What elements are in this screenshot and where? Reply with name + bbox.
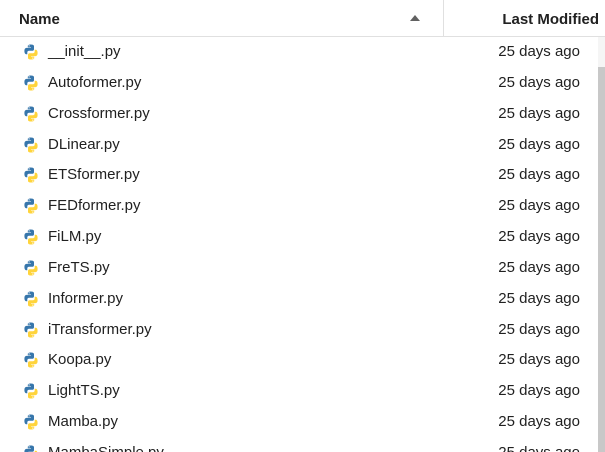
python-file-icon: [23, 44, 39, 60]
file-name: MambaSimple.py: [48, 444, 164, 452]
python-logo-icon: [24, 44, 38, 60]
file-row[interactable]: LightTS.py 25 days ago: [0, 376, 598, 407]
python-logo-icon: [24, 291, 38, 307]
last-modified-column-label: Last Modified: [502, 11, 599, 28]
file-last-modified: 25 days ago: [498, 413, 580, 431]
file-last-modified: 25 days ago: [498, 43, 580, 60]
file-last-modified: 25 days ago: [498, 258, 580, 276]
last-modified-column-header[interactable]: Last Modified: [444, 0, 605, 36]
python-file-icon: [23, 137, 39, 153]
file-row[interactable]: Informer.py 25 days ago: [0, 284, 598, 315]
python-file-icon: [23, 260, 39, 276]
file-name: FiLM.py: [48, 228, 102, 246]
file-last-modified: 25 days ago: [498, 166, 580, 184]
name-column-label: Name: [19, 11, 60, 28]
file-row[interactable]: FiLM.py 25 days ago: [0, 222, 598, 253]
python-file-icon: [23, 383, 39, 399]
python-file-icon: [23, 322, 39, 338]
python-logo-icon: [24, 383, 38, 399]
python-logo-icon: [24, 75, 38, 91]
file-name: Informer.py: [48, 289, 124, 307]
file-last-modified: 25 days ago: [498, 104, 580, 122]
file-last-modified: 25 days ago: [498, 289, 580, 307]
python-logo-icon: [24, 260, 38, 276]
python-file-icon: [23, 167, 39, 183]
file-row[interactable]: FreTS.py 25 days ago: [0, 253, 598, 284]
file-row[interactable]: DLinear.py 25 days ago: [0, 130, 598, 161]
file-last-modified: 25 days ago: [498, 197, 580, 215]
python-logo-icon: [24, 167, 38, 183]
python-logo-icon: [24, 445, 38, 452]
name-column-header[interactable]: Name: [0, 0, 444, 36]
file-last-modified: 25 days ago: [498, 444, 580, 452]
python-file-icon: [23, 198, 39, 214]
file-last-modified: 25 days ago: [498, 73, 580, 91]
file-name: __init__.py: [48, 43, 121, 60]
python-logo-icon: [24, 198, 38, 214]
python-file-icon: [23, 414, 39, 430]
file-list: __init__.py 25 days ago Autoformer.py 25 da…: [0, 37, 598, 452]
file-row[interactable]: Mamba.py 25 days ago: [0, 407, 598, 438]
file-name: FreTS.py: [48, 258, 110, 276]
python-file-icon: [23, 106, 39, 122]
file-row[interactable]: iTransformer.py 25 days ago: [0, 315, 598, 346]
python-file-icon: [23, 229, 39, 245]
python-logo-icon: [24, 322, 38, 338]
file-row[interactable]: Koopa.py 25 days ago: [0, 345, 598, 376]
file-name: DLinear.py: [48, 135, 120, 153]
scrollbar-thumb[interactable]: [598, 67, 605, 452]
python-logo-icon: [24, 414, 38, 430]
file-last-modified: 25 days ago: [498, 320, 580, 338]
file-name: FEDformer.py: [48, 197, 141, 215]
file-last-modified: 25 days ago: [498, 228, 580, 246]
python-file-icon: [23, 352, 39, 368]
file-last-modified: 25 days ago: [498, 351, 580, 369]
file-name: ETSformer.py: [48, 166, 140, 184]
file-name: LightTS.py: [48, 382, 120, 400]
python-file-icon: [23, 445, 39, 452]
sort-ascending-icon[interactable]: [410, 15, 420, 21]
file-last-modified: 25 days ago: [498, 382, 580, 400]
python-logo-icon: [24, 229, 38, 245]
file-row[interactable]: MambaSimple.py 25 days ago: [0, 438, 598, 452]
python-logo-icon: [24, 137, 38, 153]
python-file-icon: [23, 291, 39, 307]
python-logo-icon: [24, 106, 38, 122]
file-row[interactable]: FEDformer.py 25 days ago: [0, 191, 598, 222]
file-name: iTransformer.py: [48, 320, 152, 338]
python-logo-icon: [24, 352, 38, 368]
file-name: Autoformer.py: [48, 73, 142, 91]
file-browser: Name Last Modified __init__.py 25 days ag…: [0, 0, 605, 452]
file-row[interactable]: Autoformer.py 25 days ago: [0, 68, 598, 99]
file-row[interactable]: __init__.py 25 days ago: [0, 37, 598, 68]
file-row[interactable]: Crossformer.py 25 days ago: [0, 99, 598, 130]
file-name: Crossformer.py: [48, 104, 150, 122]
file-last-modified: 25 days ago: [498, 135, 580, 153]
file-row[interactable]: ETSformer.py 25 days ago: [0, 160, 598, 191]
file-list-header: Name Last Modified: [0, 0, 605, 37]
file-name: Mamba.py: [48, 413, 119, 431]
file-name: Koopa.py: [48, 351, 112, 369]
python-file-icon: [23, 75, 39, 91]
